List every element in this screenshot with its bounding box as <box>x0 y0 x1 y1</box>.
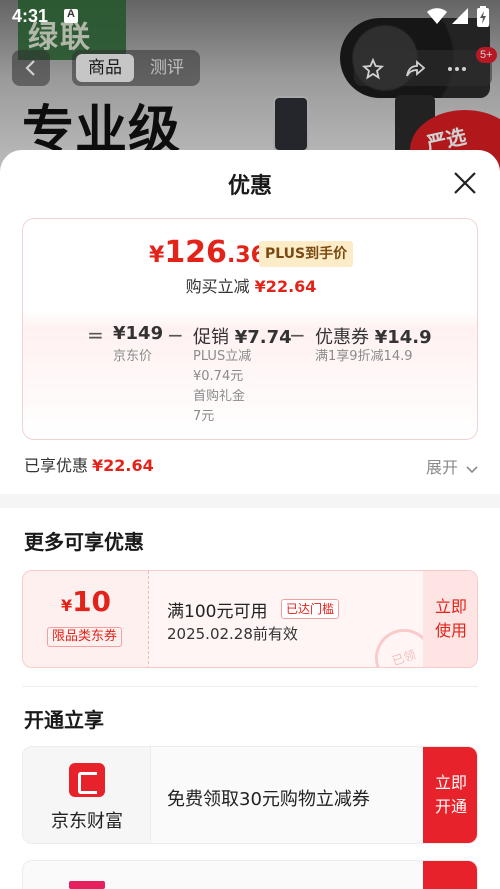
coupon-card: ¥10 限品类东券 满100元可用 已达门槛 2025.02.28前有效 已领 … <box>22 570 478 668</box>
status-bar: 4:31 A <box>0 0 500 34</box>
jd-finance-name: 京东财富 <box>51 811 123 832</box>
threshold-met-tag: 已达门槛 <box>281 599 340 619</box>
plus-price-tag: PLUS到手价 <box>259 241 354 267</box>
coupon-detail: 满1享9折减14.9 <box>315 349 413 364</box>
jd-finance-logo-icon <box>69 763 105 797</box>
chevron-down-icon <box>466 465 478 473</box>
final-price: ¥126.36 <box>149 235 266 270</box>
promo-detail-2: ¥0.74元 <box>193 369 244 384</box>
coupon-condition: 满100元可用 <box>167 602 268 622</box>
signal-icon <box>452 8 468 24</box>
equals-sign: = <box>87 323 104 347</box>
section-divider <box>0 494 500 508</box>
promo-detail-1: PLUS立减 <box>193 349 252 364</box>
coupon-amount: 优惠券 ¥14.9 <box>315 327 432 348</box>
jd-finance-card: 京东财富 免费领取30元购物立减券 立即 开通 <box>22 746 478 844</box>
expand-button[interactable]: 展开 <box>426 454 479 478</box>
jd-finance-offer: 免费领取30元购物立减券 <box>167 789 370 810</box>
open-benefits-title: 开通立享 <box>24 708 104 732</box>
status-time: 4:31 <box>12 6 49 26</box>
next-offer-card <box>22 860 478 889</box>
price-breakdown: = ¥149 京东价 − 促销 ¥7.74 PLUS立减 ¥0.74元 首购礼金… <box>23 319 477 439</box>
wifi-icon <box>427 8 447 24</box>
promo-detail-4: 7元 <box>193 409 215 424</box>
notification-a-icon: A <box>64 8 78 23</box>
price-card: ¥126.36 PLUS到手价 购买立减 ¥22.64 = ¥149 京东价 −… <box>22 218 478 440</box>
jd-finance-brand-panel: 京东财富 <box>23 747 151 843</box>
jd-price-label: 京东价 <box>113 349 153 364</box>
minus-sign: − <box>167 323 184 347</box>
coupon-value-panel: ¥10 限品类东券 <box>23 571 149 667</box>
more-discounts-title: 更多可享优惠 <box>24 530 144 554</box>
battery-icon <box>477 6 489 27</box>
coupon-type-tag: 限品类东券 <box>47 627 123 647</box>
discount-sheet: 优惠 ¥126.36 PLUS到手价 购买立减 ¥22.64 = ¥149 京东… <box>0 150 500 889</box>
next-offer-button[interactable] <box>423 861 477 889</box>
open-now-button[interactable]: 立即 开通 <box>423 747 477 843</box>
promo-detail-3: 首购礼金 <box>193 389 246 404</box>
coupon-validity: 2025.02.28前有效 <box>167 625 298 643</box>
minus-sign: − <box>289 323 306 347</box>
jd-price: ¥149 <box>113 323 164 344</box>
use-now-button[interactable]: 立即 使用 <box>423 571 477 667</box>
sheet-title: 优惠 <box>227 174 272 199</box>
buy-reduce: 购买立减 ¥22.64 <box>185 277 317 296</box>
promo-amount: 促销 ¥7.74 <box>193 327 292 348</box>
enjoyed-discount: 已享优惠 ¥22.64 <box>24 456 154 475</box>
coupon-value: ¥10 <box>60 585 112 618</box>
next-offer-logo-icon <box>69 881 105 889</box>
divider <box>22 686 478 687</box>
close-icon[interactable] <box>452 170 478 196</box>
